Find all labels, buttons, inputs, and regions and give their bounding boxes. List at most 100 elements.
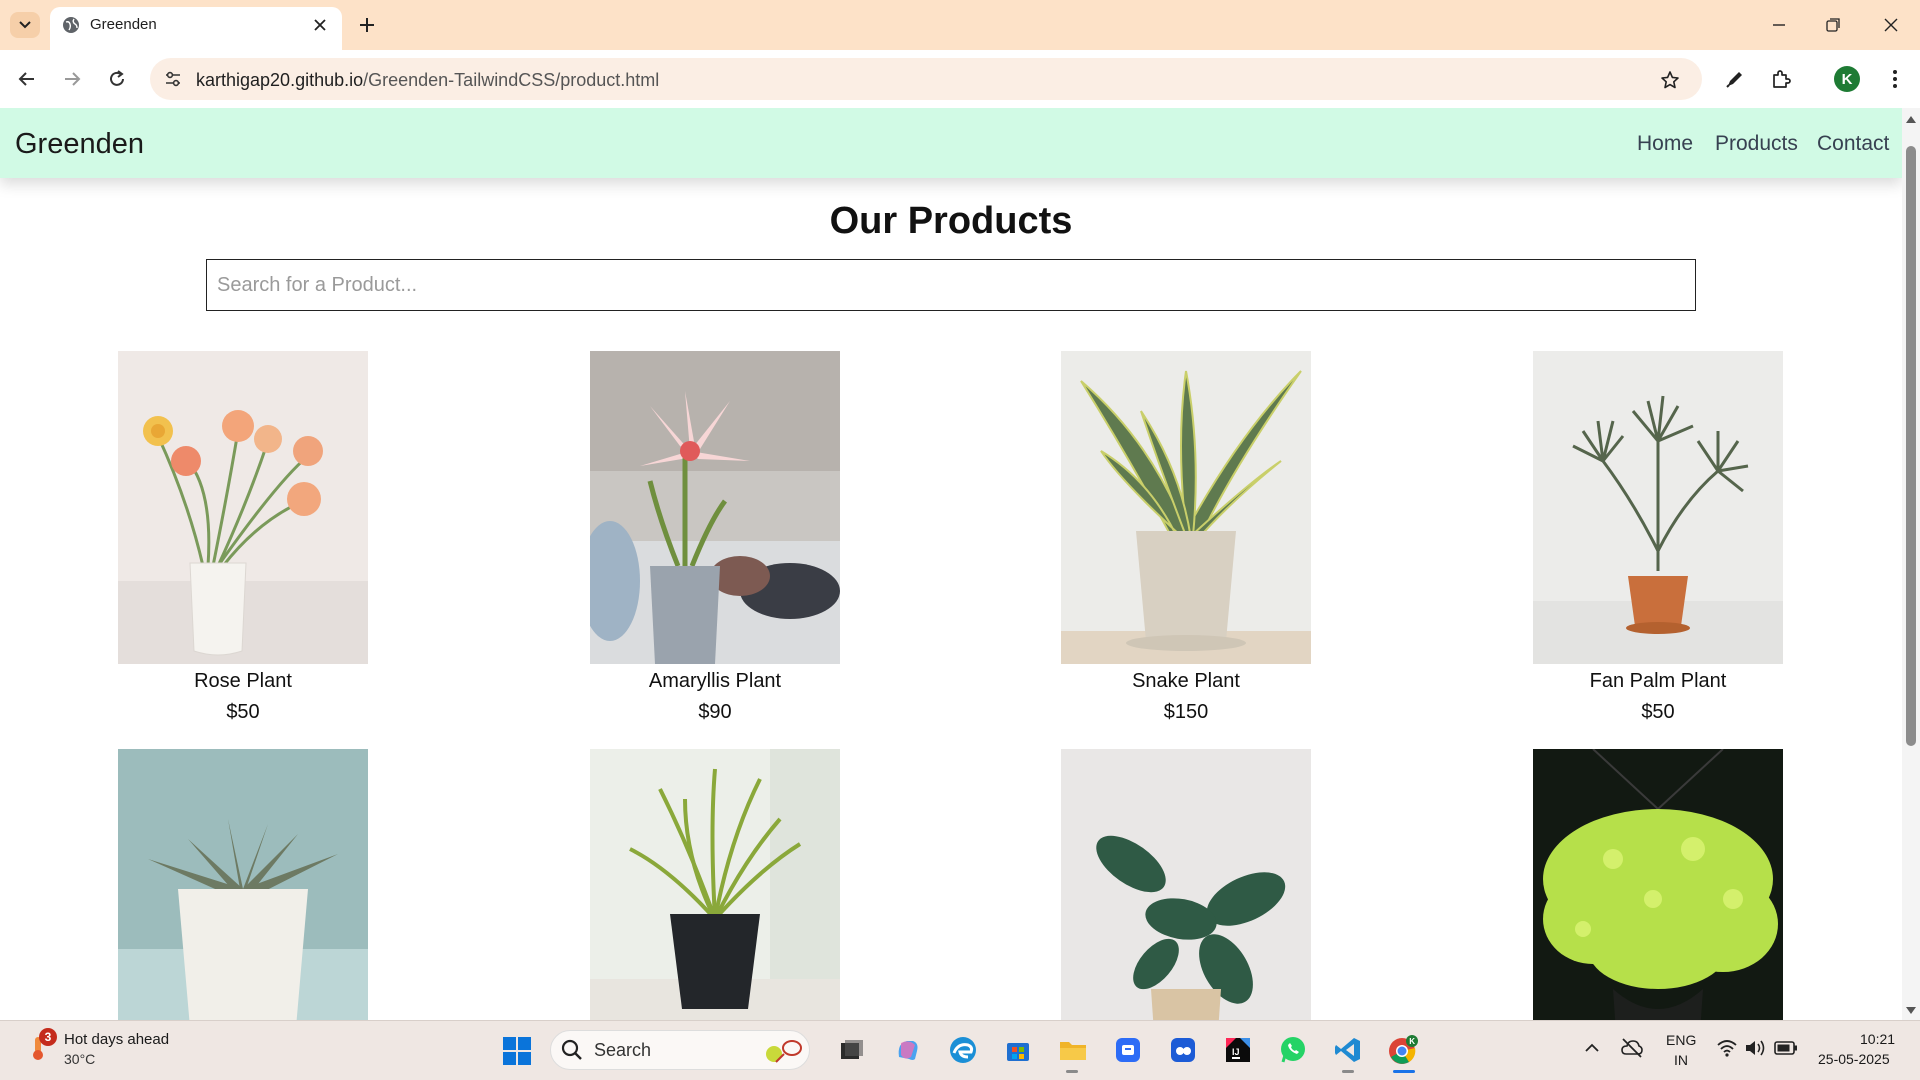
plus-icon — [360, 18, 374, 32]
scroll-down-button[interactable] — [1902, 1004, 1920, 1018]
nav-products[interactable]: Products — [1715, 132, 1798, 156]
task-view-app[interactable] — [834, 1032, 870, 1068]
site-header: Greenden Home Products Contact — [0, 108, 1902, 178]
product-card[interactable]: Amaryllis Plant $90 — [590, 351, 840, 724]
tab-close-button[interactable] — [308, 13, 332, 37]
svg-text:IJ: IJ — [1232, 1047, 1240, 1057]
product-card[interactable] — [118, 749, 368, 1020]
pen-button[interactable] — [1720, 64, 1750, 94]
whatsapp-app[interactable] — [1275, 1032, 1311, 1068]
nav-contact[interactable]: Contact — [1817, 132, 1889, 156]
intellij-icon: IJ — [1226, 1038, 1250, 1062]
star-icon — [1661, 71, 1679, 89]
running-indicator — [1342, 1070, 1354, 1073]
more-vertical-icon — [1893, 70, 1897, 88]
new-tab-button[interactable] — [352, 10, 382, 40]
tune-icon — [166, 71, 180, 87]
product-card[interactable]: Fan Palm Plant $50 — [1533, 351, 1783, 724]
whatsapp-icon — [1281, 1037, 1305, 1063]
battery-icon[interactable] — [1774, 1040, 1798, 1056]
store-icon — [1007, 1043, 1029, 1061]
back-button[interactable] — [10, 62, 44, 96]
chevron-down-icon — [19, 21, 31, 29]
ranunculus-plant-image — [118, 351, 368, 664]
product-search-input[interactable] — [206, 259, 1696, 311]
restore-icon — [1826, 18, 1840, 32]
product-card[interactable] — [1533, 749, 1783, 1020]
product-card[interactable]: Rose Plant $50 — [118, 351, 368, 724]
file-explorer-app[interactable] — [1055, 1032, 1091, 1068]
forward-button[interactable] — [55, 62, 89, 96]
calendar-app-icon — [1116, 1038, 1140, 1062]
product-image-amaryllis[interactable] — [590, 351, 840, 664]
clock-time[interactable]: 10:21 — [1860, 1031, 1895, 1047]
volume-icon[interactable] — [1744, 1038, 1766, 1058]
product-image-grass[interactable] — [590, 749, 840, 1020]
restore-button[interactable] — [1810, 8, 1856, 42]
edge-app[interactable] — [945, 1032, 981, 1068]
chrome-icon: K — [1389, 1035, 1418, 1064]
menu-button[interactable] — [1880, 64, 1910, 94]
region-indicator: IN — [1674, 1052, 1688, 1068]
product-price: $90 — [698, 701, 732, 723]
windows-start-icon[interactable] — [502, 1036, 532, 1066]
taskbar-search-label: Search — [594, 1040, 652, 1060]
product-price: $150 — [1163, 701, 1209, 723]
scroll-up-button[interactable] — [1902, 112, 1920, 126]
product-image-haworthia[interactable] — [118, 749, 368, 1020]
svg-text:K: K — [1409, 1037, 1415, 1046]
scrollbar-thumb[interactable] — [1906, 146, 1916, 746]
clock-date[interactable]: 25-05-2025 — [1818, 1051, 1890, 1067]
task-view-icon — [841, 1040, 863, 1059]
close-window-button[interactable] — [1868, 8, 1914, 42]
store-app[interactable] — [1000, 1032, 1036, 1068]
product-image-fanpalm[interactable] — [1533, 351, 1783, 664]
running-indicator — [1066, 1070, 1078, 1073]
haworthia-plant-image — [118, 749, 368, 1020]
brand-logo[interactable]: Greenden — [15, 128, 144, 161]
site-info-button[interactable] — [160, 66, 186, 92]
folder-icon — [1060, 1042, 1086, 1060]
globe-icon — [63, 17, 79, 33]
product-name: Snake Plant — [1132, 670, 1240, 692]
product-image-rubber[interactable] — [1061, 749, 1311, 1020]
edge-icon — [950, 1037, 976, 1063]
url-path: /Greenden-TailwindCSS/product.html — [363, 70, 660, 90]
nav-home[interactable]: Home — [1637, 132, 1693, 156]
hanging-sedum-plant-image — [1533, 749, 1783, 1020]
minimize-icon — [1773, 24, 1785, 26]
chrome-app[interactable]: K — [1385, 1032, 1421, 1068]
product-card[interactable] — [590, 749, 840, 1020]
reload-button[interactable] — [100, 62, 134, 96]
product-card[interactable] — [1061, 749, 1311, 1020]
tab-title: Greenden — [90, 16, 157, 33]
weather-title[interactable]: Hot days ahead — [64, 1031, 169, 1048]
tab-search-button[interactable] — [10, 12, 40, 38]
copilot-app[interactable] — [890, 1032, 926, 1068]
product-image-rose[interactable] — [118, 351, 368, 664]
profile-avatar[interactable]: K — [1834, 66, 1860, 92]
product-image-snake[interactable] — [1061, 351, 1311, 664]
minimize-button[interactable] — [1756, 8, 1802, 42]
product-card[interactable]: Snake Plant $150 — [1061, 351, 1311, 724]
reload-icon — [110, 70, 124, 86]
zoom-app[interactable] — [1110, 1032, 1146, 1068]
arrow-left-icon — [18, 72, 34, 86]
bookmark-button[interactable] — [1656, 66, 1684, 94]
product-name: Fan Palm Plant — [1589, 670, 1727, 692]
chevron-up-icon[interactable] — [1584, 1040, 1600, 1056]
copilot-icon — [898, 1041, 918, 1060]
cloud-offline-icon[interactable] — [1620, 1036, 1644, 1060]
search-icon — [561, 1039, 582, 1060]
language-indicator[interactable]: ENG — [1666, 1032, 1696, 1048]
wifi-icon[interactable] — [1716, 1038, 1738, 1058]
vscode-app[interactable] — [1330, 1032, 1366, 1068]
extensions-button[interactable] — [1766, 64, 1796, 94]
intellij-app[interactable]: IJ — [1220, 1032, 1256, 1068]
product-name: Rose Plant — [194, 670, 292, 692]
video-app[interactable] — [1165, 1032, 1201, 1068]
product-image-sedum[interactable] — [1533, 749, 1783, 1020]
active-app-indicator — [1393, 1070, 1415, 1073]
search-highlight-icon — [766, 1040, 802, 1063]
vscode-icon — [1335, 1038, 1360, 1062]
